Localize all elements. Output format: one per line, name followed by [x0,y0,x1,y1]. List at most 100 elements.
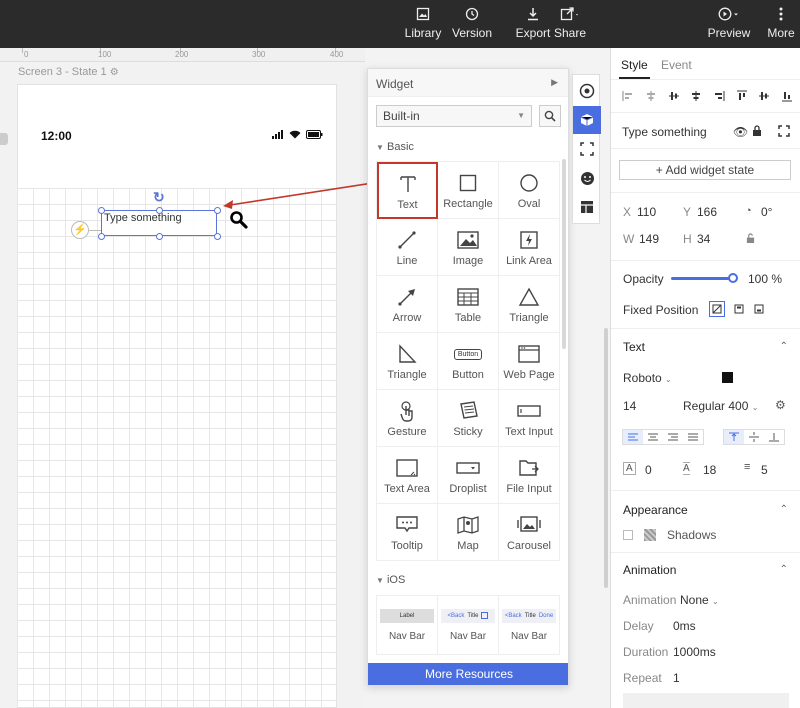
widget-oval[interactable]: Oval [499,162,560,219]
paragraph-spacing-input[interactable]: 5 [761,463,768,477]
canvas-grid[interactable] [17,188,337,708]
widget-carousel[interactable]: Carousel [499,504,560,561]
widget-rectangle[interactable]: Rectangle [438,162,499,219]
widget-droplist[interactable]: Droplist [438,447,499,504]
collapse-animation-icon[interactable]: ⌃ [780,564,788,575]
widget-text[interactable]: Text [377,162,438,219]
widget-button[interactable]: Button Button [438,333,499,390]
widget-web-page[interactable]: Web Page [499,333,560,390]
fixed-top-icon[interactable] [731,301,747,317]
export-button[interactable]: Export [514,4,552,44]
tab-event[interactable]: Event [661,58,692,72]
ios-nav-bar-done[interactable]: <Back Title Done Nav Bar [499,596,560,654]
align-right-icon[interactable] [662,90,685,102]
section-basic[interactable]: ▼ Basic [376,141,414,153]
widget-right-triangle[interactable]: Triangle [377,333,438,390]
valign-middle-icon[interactable] [744,430,764,444]
rotate-handle-icon[interactable]: ↻ [153,189,165,206]
w-input[interactable]: 149 [639,232,659,246]
aspect-lock-icon[interactable] [746,233,755,244]
panel-expand-icon[interactable]: ▶ [551,77,558,88]
collapse-appearance-icon[interactable]: ⌃ [780,504,788,515]
widget-link-area[interactable]: Link Area [499,219,560,276]
collapse-text-icon[interactable]: ⌃ [780,341,788,352]
version-button[interactable]: Version [450,4,494,44]
delay-input[interactable]: 0ms [673,619,696,633]
easing-field[interactable] [623,693,789,708]
section-ios[interactable]: ▼ iOS [376,574,405,586]
widget-cube-icon[interactable] [573,106,601,134]
tab-style[interactable]: Style [619,58,650,79]
font-family-select[interactable]: Roboto ⌄ [623,371,672,385]
rotation-input[interactable]: 0° [761,205,772,219]
distribute-vertical-icon[interactable] [753,90,776,102]
more-resources-button[interactable]: More Resources [368,663,568,685]
share-button[interactable]: Share [553,4,587,44]
widget-triangle[interactable]: Triangle [499,276,560,333]
resize-handle[interactable] [156,233,163,240]
widget-file-input[interactable]: File Input [499,447,560,504]
more-button[interactable]: More [764,4,798,44]
widget-text-area[interactable]: Text Area [377,447,438,504]
library-button[interactable]: Library [402,4,444,44]
preview-button[interactable]: Preview [706,4,752,44]
text-settings-gear-icon[interactable]: ⚙ [775,398,786,412]
align-vcenter-icon[interactable] [708,90,731,102]
opacity-slider-handle[interactable] [728,273,738,283]
y-input[interactable]: 166 [697,205,717,219]
emoji-icon[interactable] [573,164,601,192]
widget-line[interactable]: Line [377,219,438,276]
fixed-none-icon[interactable] [709,301,725,317]
widget-tooltip[interactable]: Tooltip [377,504,438,561]
ios-nav-bar-label[interactable]: Label Nav Bar [377,596,438,654]
x-input[interactable]: 110 [637,205,656,219]
text-align-center-icon[interactable] [643,430,663,444]
canvas-scrollbar[interactable] [604,328,608,588]
h-input[interactable]: 34 [697,232,710,246]
widget-map[interactable]: Map [438,504,499,561]
lock-icon[interactable] [752,125,762,137]
widget-image[interactable]: Image [438,219,499,276]
widget-text-input[interactable]: Text Input [499,390,560,447]
widget-sticky[interactable]: Sticky [438,390,499,447]
align-hcenter-icon[interactable] [640,90,663,102]
shadows-checkbox[interactable] [623,530,633,540]
font-weight-select[interactable]: Regular 400 ⌄ [683,399,758,413]
widget-panel-scrollbar[interactable] [562,159,566,349]
text-color-swatch[interactable] [722,372,733,383]
resize-handle[interactable] [214,233,221,240]
resize-handle[interactable] [98,207,105,214]
widget-table[interactable]: Table [438,276,499,333]
fixed-bottom-icon[interactable] [751,301,767,317]
repeat-input[interactable]: 1 [673,671,680,685]
text-align-justify-icon[interactable] [683,430,703,444]
widget-search-button[interactable] [539,105,561,127]
distribute-horizontal-icon[interactable] [776,90,799,102]
animation-select[interactable]: None ⌄ [680,593,719,607]
letter-spacing-input[interactable]: 0 [645,463,652,477]
eye-icon[interactable]: 👁 [733,125,748,139]
widget-gesture[interactable]: Gesture [377,390,438,447]
align-bottom-icon[interactable] [730,90,753,102]
widget-library-select[interactable]: Built-in ▼ [376,105,532,127]
fullscreen-icon[interactable] [778,125,790,137]
widget-name[interactable]: Type something [622,125,707,139]
opacity-value[interactable]: 100 % [748,272,782,286]
side-panel-toggle[interactable] [0,133,8,145]
component-icon[interactable] [573,135,601,163]
text-align-right-icon[interactable] [663,430,683,444]
font-size-input[interactable]: 14 [623,399,636,413]
resize-handle[interactable] [156,207,163,214]
valign-top-icon[interactable] [724,430,744,444]
screen-state-label[interactable]: Screen 3 - State 1 ⚙ [18,66,119,78]
text-align-left-icon[interactable] [623,430,643,444]
align-top-icon[interactable] [685,90,708,102]
valign-bottom-icon[interactable] [764,430,784,444]
add-widget-state-button[interactable]: + Add widget state [619,160,791,180]
ios-nav-bar-title[interactable]: <Back Title Nav Bar [438,596,499,654]
interaction-bolt-icon[interactable]: ⚡ [71,221,89,239]
target-icon[interactable] [573,77,601,105]
opacity-slider-track[interactable] [671,277,733,280]
template-icon[interactable] [573,193,601,221]
widget-arrow[interactable]: Arrow [377,276,438,333]
